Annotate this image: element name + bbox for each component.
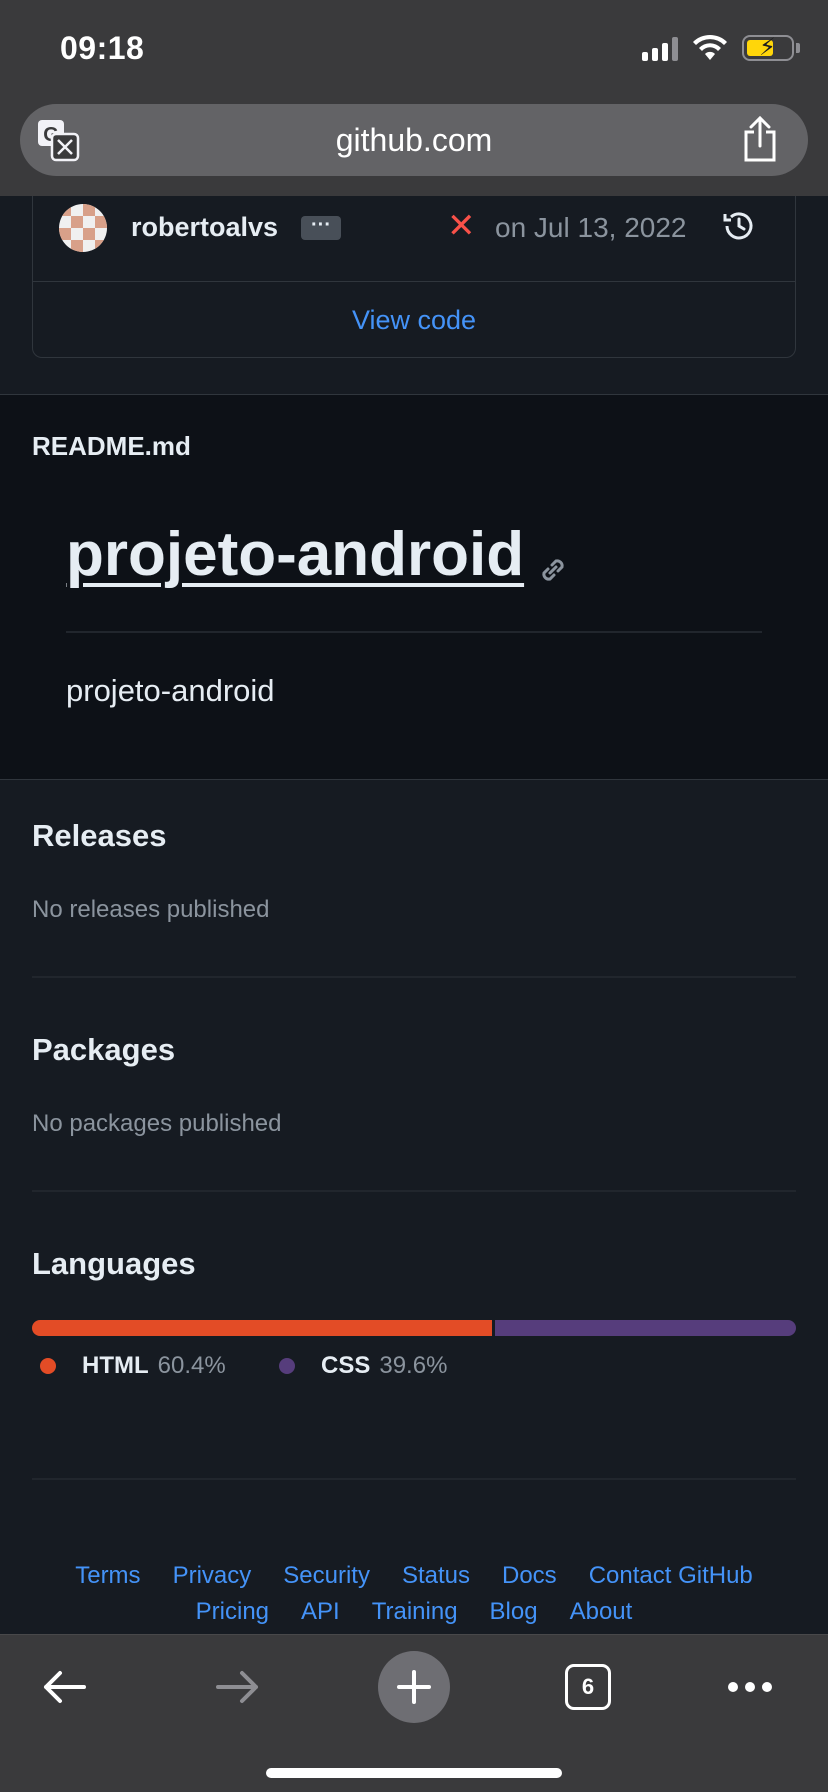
languages-title: Languages	[32, 1246, 196, 1281]
forward-arrow-icon	[216, 1671, 258, 1703]
language-bar	[32, 1320, 796, 1336]
footer-link-security[interactable]: Security	[283, 1562, 370, 1590]
footer-link-api[interactable]: API	[301, 1598, 340, 1626]
new-tab-button[interactable]	[374, 1647, 454, 1727]
language-name: HTML	[82, 1352, 149, 1379]
latest-commit-box: robertoalvs ··· ✕ on Jul 13, 2022 View c…	[32, 196, 796, 358]
readme-heading[interactable]: projeto-android	[66, 519, 524, 590]
battery-charging-icon: ⚡	[742, 35, 800, 61]
footer-link-docs[interactable]: Docs	[502, 1562, 557, 1590]
commit-row: robertoalvs ··· ✕ on Jul 13, 2022	[33, 196, 795, 282]
check-failed-icon[interactable]: ✕	[447, 206, 476, 246]
address-bar[interactable]: G github.com	[20, 104, 808, 176]
status-time: 09:18	[60, 30, 145, 66]
css-color-dot-icon	[279, 1358, 295, 1374]
footer-link-about[interactable]: About	[570, 1598, 633, 1626]
footer-link-training[interactable]: Training	[372, 1598, 458, 1626]
commit-message-expand-button[interactable]: ···	[301, 215, 341, 240]
packages-empty-text: No packages published	[32, 1110, 282, 1137]
footer-link-terms[interactable]: Terms	[75, 1562, 140, 1590]
divider	[32, 1190, 796, 1192]
browser-top-bar: 09:18 ⚡ G github.com	[0, 0, 828, 196]
readme-body: projeto-android	[66, 673, 275, 708]
readme-section: README.md projeto-android projeto-androi…	[0, 394, 828, 780]
releases-empty-text: No releases published	[32, 896, 270, 923]
page-content: robertoalvs ··· ✕ on Jul 13, 2022 View c…	[0, 196, 828, 1634]
footer-link-pricing[interactable]: Pricing	[196, 1598, 269, 1626]
home-indicator[interactable]	[266, 1768, 562, 1778]
wifi-icon	[693, 34, 727, 60]
footer-link-contact[interactable]: Contact GitHub	[589, 1562, 753, 1590]
language-bar-segment-html[interactable]	[32, 1320, 492, 1336]
tabs-button[interactable]: 6	[548, 1647, 628, 1727]
heading-divider	[66, 631, 762, 633]
packages-title[interactable]: Packages	[32, 1032, 175, 1068]
avatar[interactable]	[59, 204, 107, 252]
more-dots-icon	[728, 1682, 772, 1692]
footer-link-blog[interactable]: Blog	[490, 1598, 538, 1626]
language-item-html[interactable]: HTML 60.4%	[40, 1352, 226, 1380]
cellular-signal-icon	[642, 35, 678, 61]
language-name: CSS	[321, 1352, 371, 1379]
footer-links-row-2: Pricing API Training Blog About	[0, 1598, 828, 1626]
back-arrow-icon	[44, 1671, 86, 1703]
tab-count: 6	[565, 1664, 611, 1710]
more-menu-button[interactable]	[710, 1647, 790, 1727]
view-code-link[interactable]: View code	[33, 282, 795, 358]
anchor-link-icon[interactable]	[536, 553, 570, 587]
history-icon[interactable]	[721, 208, 757, 244]
plus-icon	[397, 1670, 431, 1704]
status-icons: ⚡	[642, 34, 800, 62]
footer-link-status[interactable]: Status	[402, 1562, 470, 1590]
language-percent: 60.4%	[157, 1352, 226, 1379]
divider	[32, 976, 796, 978]
divider	[32, 1478, 796, 1480]
commit-date[interactable]: on Jul 13, 2022	[495, 212, 687, 244]
commit-author[interactable]: robertoalvs	[131, 212, 278, 243]
readme-filename[interactable]: README.md	[32, 431, 191, 462]
url-text[interactable]: github.com	[336, 122, 493, 159]
translate-icon[interactable]: G	[36, 118, 80, 162]
language-item-css[interactable]: CSS 39.6%	[279, 1352, 447, 1380]
back-button[interactable]	[24, 1647, 104, 1727]
footer-links-row-1: Terms Privacy Security Status Docs Conta…	[0, 1562, 828, 1590]
share-icon[interactable]	[740, 116, 780, 162]
language-percent: 39.6%	[379, 1352, 448, 1379]
footer-link-privacy[interactable]: Privacy	[173, 1562, 252, 1590]
language-bar-segment-css[interactable]	[494, 1320, 796, 1336]
forward-button[interactable]	[198, 1647, 278, 1727]
releases-title[interactable]: Releases	[32, 818, 166, 854]
html-color-dot-icon	[40, 1358, 56, 1374]
